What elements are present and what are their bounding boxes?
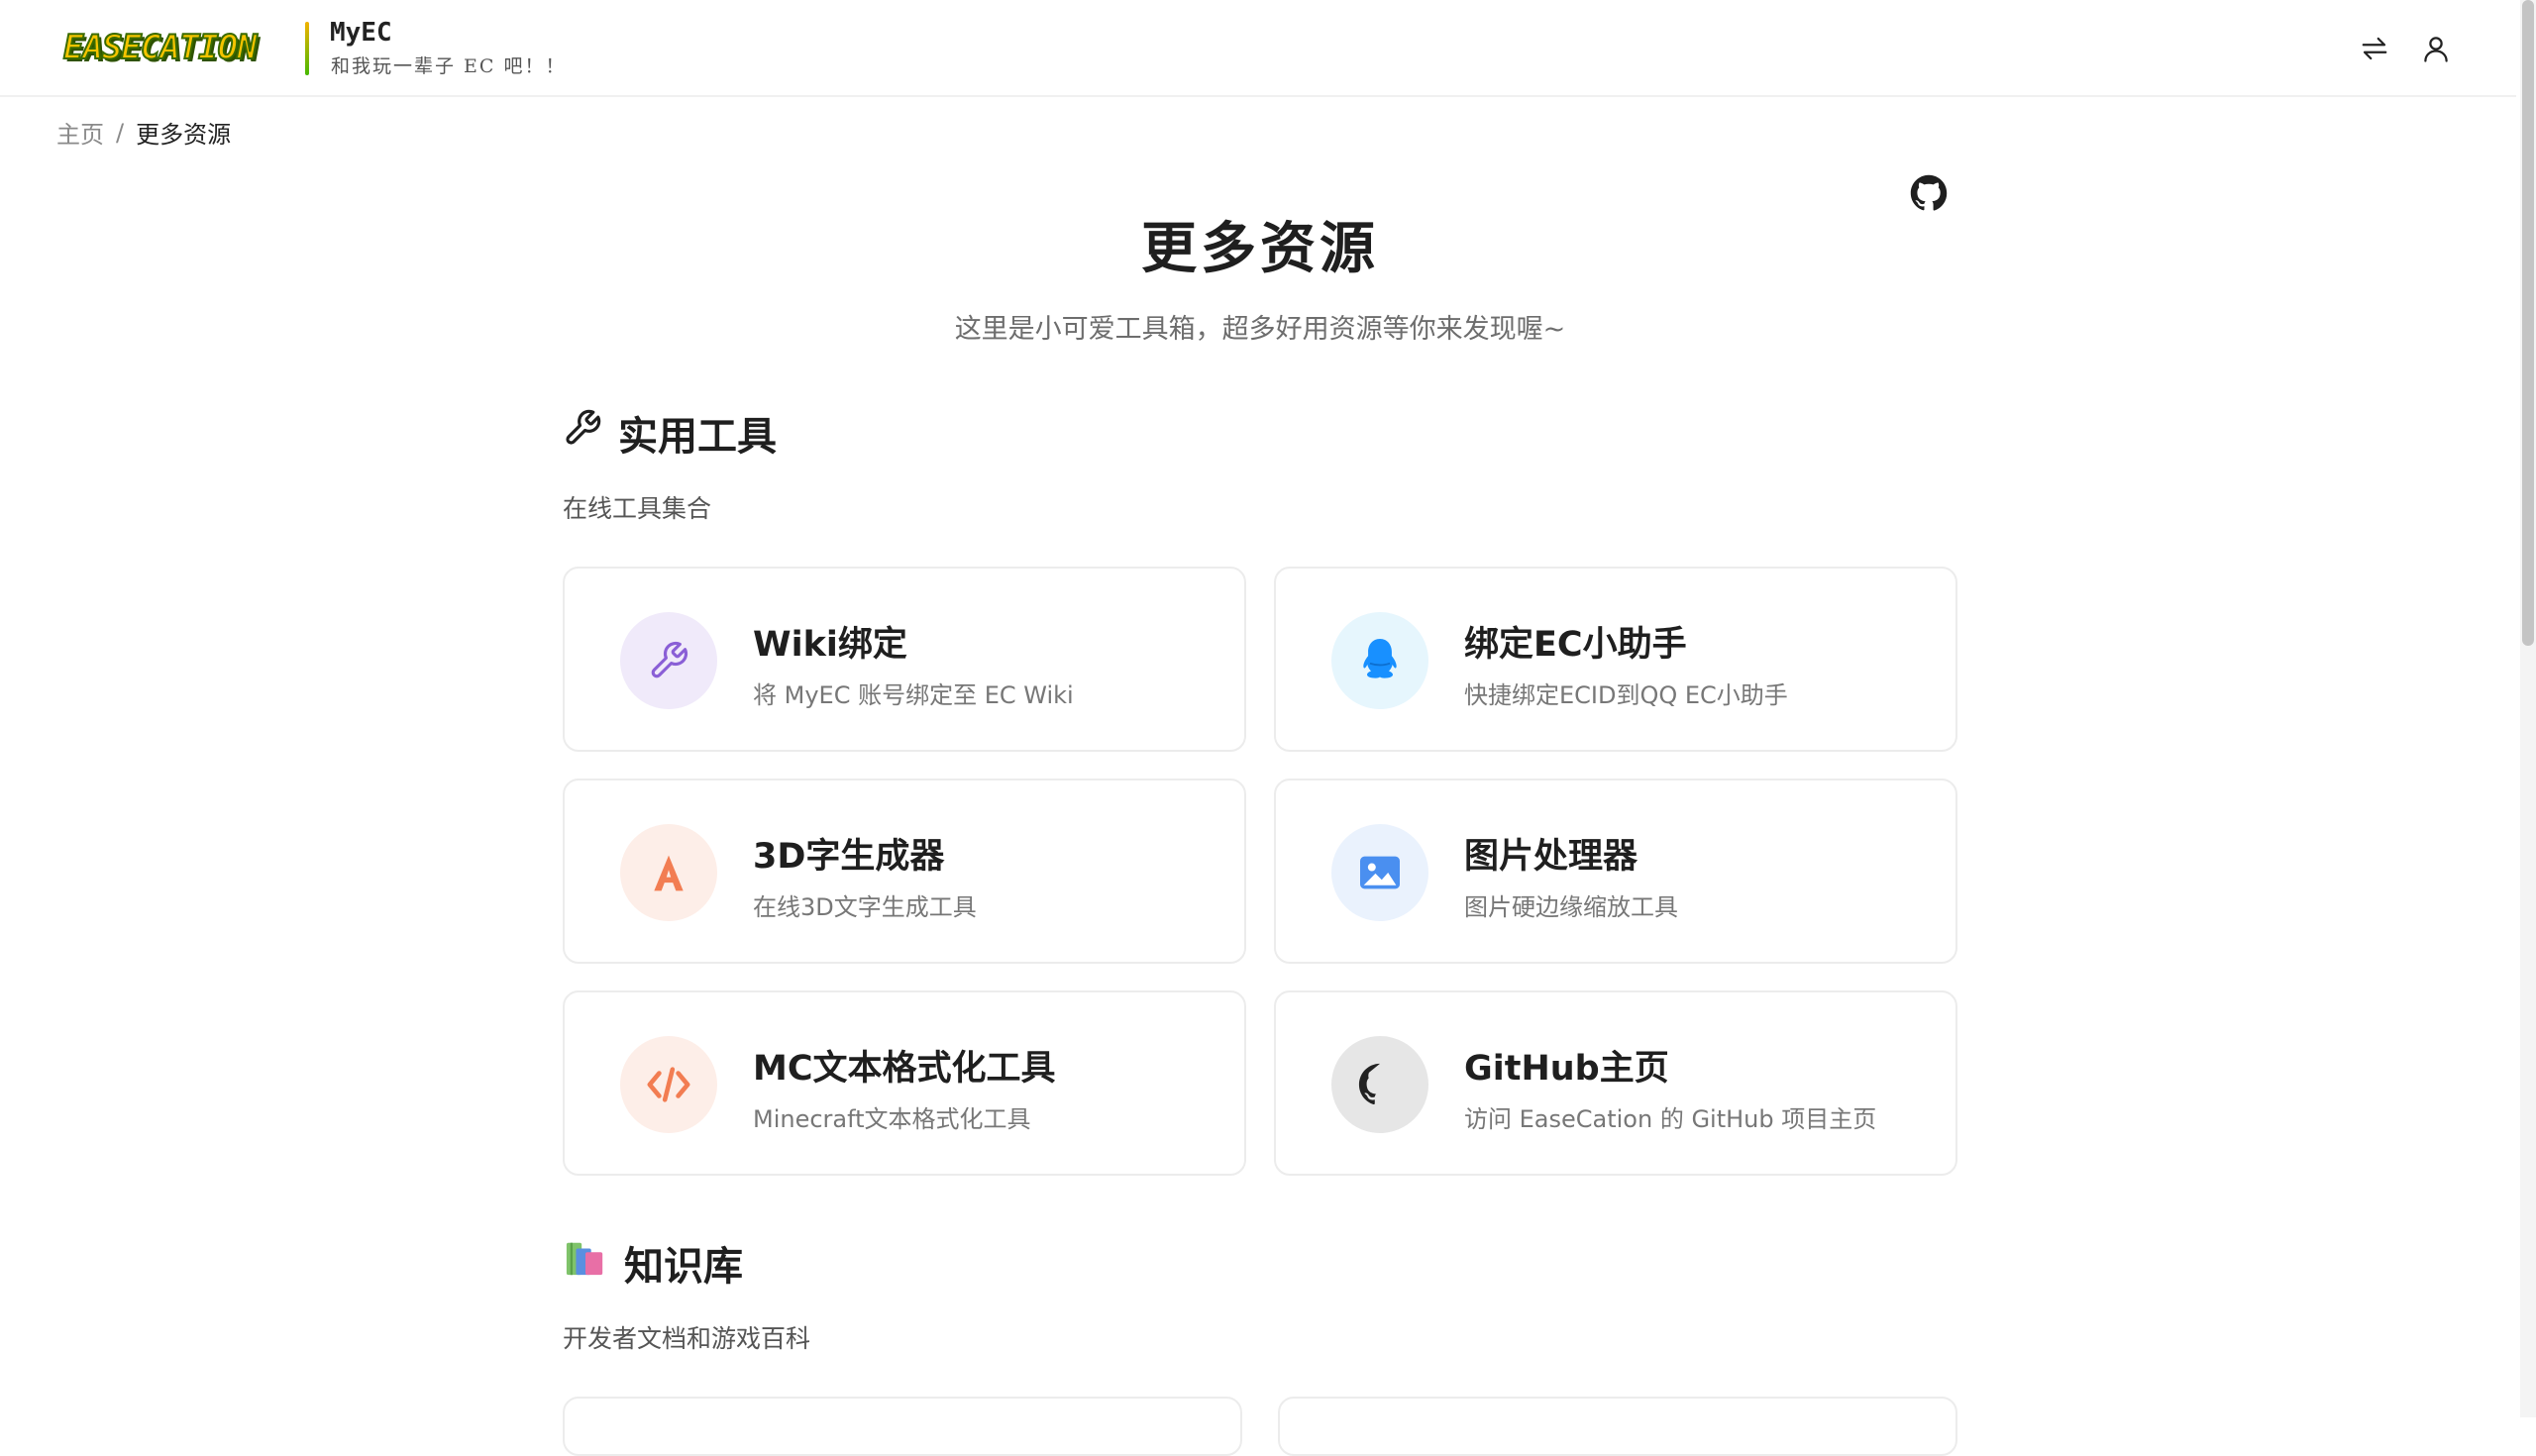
card-title: 3D字生成器 (753, 837, 945, 877)
breadcrumb-current: 更多资源 (136, 121, 232, 149)
section-title-text: 知识库 (624, 1244, 743, 1290)
card-desc: 快捷绑定ECID到QQ EC小助手 (1464, 681, 1788, 709)
card-desc: 图片硬边缘缩放工具 (1464, 893, 1678, 921)
card-title: GitHub主页 (1464, 1049, 1669, 1089)
brand-title: MyEC (330, 18, 392, 48)
card-3d-text-generator[interactable]: 3D字生成器 在线3D文字生成工具 (563, 779, 1246, 964)
section-title-text: 实用工具 (618, 414, 777, 460)
section-desc-tools: 在线工具集合 (563, 494, 712, 523)
page-title: 更多资源 (1141, 217, 1379, 281)
github-icon (1331, 1036, 1428, 1133)
top-header: EASECATION MyEC 和我玩一辈子 EC 吧！！ (0, 0, 2516, 97)
qq-icon (1331, 612, 1428, 709)
card-desc: 访问 EaseCation 的 GitHub 项目主页 (1464, 1105, 1877, 1133)
wrench-icon (620, 612, 717, 709)
swap-arrows-icon[interactable] (2358, 32, 2391, 65)
font-a-icon (620, 824, 717, 921)
books-icon (563, 1237, 608, 1289)
wrench-icon (563, 408, 602, 458)
card-title: 图片处理器 (1464, 837, 1638, 877)
card-image-processor[interactable]: 图片处理器 图片硬边缘缩放工具 (1274, 779, 1957, 964)
card-knowledge-2[interactable] (1278, 1397, 1957, 1456)
breadcrumb: 主页 / 更多资源 (56, 115, 231, 150)
card-knowledge-1[interactable] (563, 1397, 1242, 1456)
card-mc-text-formatter[interactable]: MC文本格式化工具 Minecraft文本格式化工具 (563, 990, 1246, 1176)
card-title: 绑定EC小助手 (1464, 625, 1687, 665)
scrollbar-thumb[interactable] (2522, 0, 2534, 646)
breadcrumb-home[interactable]: 主页 (56, 115, 104, 150)
brand-subtitle: 和我玩一辈子 EC 吧！！ (331, 55, 567, 77)
logo-wordmark: EASECATION (62, 27, 259, 68)
user-icon[interactable] (2419, 32, 2453, 65)
card-github-home[interactable]: GitHub主页 访问 EaseCation 的 GitHub 项目主页 (1274, 990, 1957, 1176)
page-subtitle: 这里是小可爱工具箱，超多好用资源等你来发现喔~ (954, 314, 1566, 345)
card-desc: Minecraft文本格式化工具 (753, 1105, 1031, 1133)
card-title: Wiki绑定 (753, 625, 907, 665)
section-desc-knowledge: 开发者文档和游戏百科 (563, 1324, 811, 1353)
breadcrumb-separator: / (116, 118, 125, 147)
section-title-knowledge: 知识库 (563, 1234, 743, 1292)
brand-divider (305, 22, 309, 75)
card-title: MC文本格式化工具 (753, 1049, 1056, 1089)
card-wiki-bind[interactable]: Wiki绑定 将 MyEC 账号绑定至 EC Wiki (563, 567, 1246, 752)
card-bind-ec-assistant[interactable]: 绑定EC小助手 快捷绑定ECID到QQ EC小助手 (1274, 567, 1957, 752)
image-icon (1331, 824, 1428, 921)
code-icon (620, 1036, 717, 1133)
card-desc: 将 MyEC 账号绑定至 EC Wiki (753, 681, 1074, 709)
section-title-tools: 实用工具 (563, 404, 777, 462)
easecation-logo[interactable]: EASECATION (62, 24, 275, 71)
card-desc: 在线3D文字生成工具 (753, 893, 977, 921)
